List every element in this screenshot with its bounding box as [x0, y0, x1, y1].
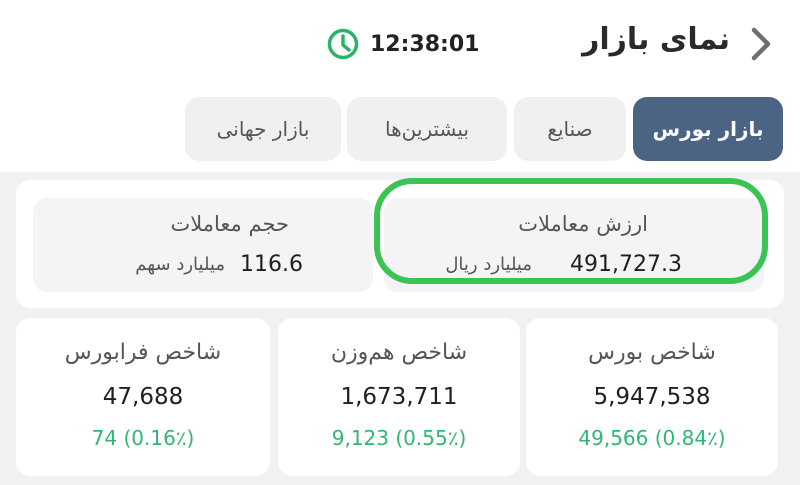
- trade-volume-title: حجم معاملات: [170, 212, 289, 236]
- trade-volume-amount: 116.6: [240, 252, 303, 277]
- page-title: نمای بازار: [582, 22, 730, 57]
- market-clock: 12:38:01: [326, 24, 479, 64]
- index-change: 49,566 (0.84٪): [578, 426, 726, 450]
- clock-icon: [327, 28, 359, 60]
- index-value: 47,688: [102, 384, 184, 410]
- trade-volume-unit: میلیارد سهم: [135, 254, 225, 275]
- chevron-right-icon: [751, 27, 771, 61]
- highlight-annotation: [374, 178, 768, 284]
- tab-industries[interactable]: صنایع: [514, 97, 626, 161]
- index-value: 1,673,711: [340, 384, 458, 410]
- clock-time: 12:38:01: [370, 31, 480, 57]
- app-header: نمای بازار 12:38:01 بازار بورس صنایع بیش…: [0, 0, 800, 172]
- index-change: 74 (0.16٪): [91, 426, 195, 450]
- index-change: 9,123 (0.55٪): [331, 426, 467, 450]
- index-title: شاخص فرابورس: [64, 340, 222, 365]
- tab-top-lists[interactable]: بیشترین‌ها: [347, 97, 507, 161]
- back-button[interactable]: [744, 24, 778, 64]
- trade-volume-box: حجم معاملات 116.6 میلیارد سهم: [33, 198, 373, 292]
- tab-global-market[interactable]: بازار جهانی: [185, 97, 341, 161]
- index-card-equal-weight[interactable]: شاخص هم‌وزن 1,673,711 9,123 (0.55٪): [278, 318, 520, 476]
- tab-bourse-market[interactable]: بازار بورس: [633, 97, 783, 161]
- index-card-farabourse[interactable]: شاخص فرابورس 47,688 74 (0.16٪): [16, 318, 270, 476]
- index-title: شاخص بورس: [588, 340, 716, 365]
- index-card-bourse[interactable]: شاخص بورس 5,947,538 49,566 (0.84٪): [526, 318, 778, 476]
- index-title: شاخص هم‌وزن: [330, 340, 468, 365]
- index-value: 5,947,538: [593, 384, 711, 410]
